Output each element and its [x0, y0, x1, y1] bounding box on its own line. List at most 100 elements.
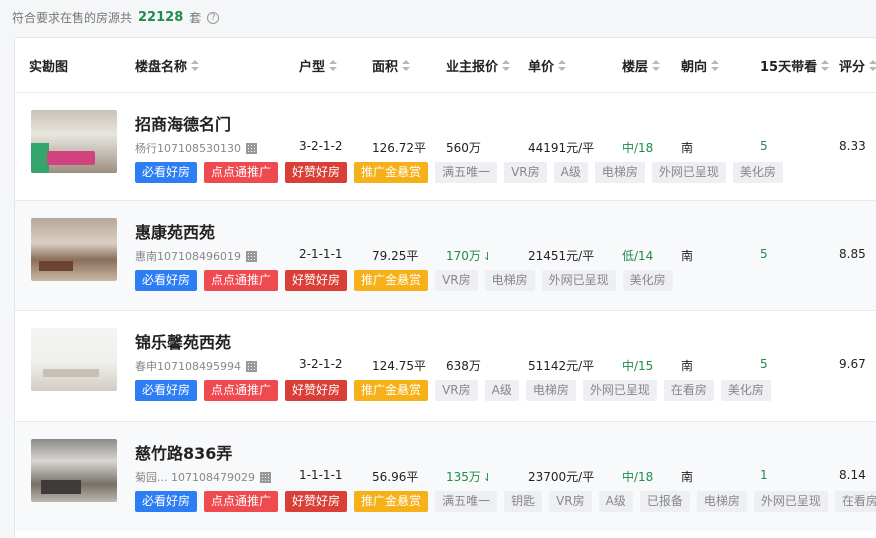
sort-icon[interactable] [558, 60, 567, 71]
listing-code: 春申107108495994 [135, 358, 257, 374]
listing-floor: 中/18 [622, 141, 654, 155]
listing-tag: VR房 [504, 162, 547, 183]
sort-icon[interactable] [191, 60, 200, 71]
listing-tag: A级 [598, 491, 633, 512]
listing-tag[interactable]: 好赞好房 [285, 162, 348, 183]
listing-tag[interactable]: 推广金悬赏 [354, 491, 429, 512]
listing-tag[interactable]: 必看好房 [135, 491, 198, 512]
column-header-floor[interactable]: 楼层 [622, 56, 661, 75]
listing-unit-price: 21451元/平 [528, 249, 595, 263]
listing-area: 56.96平 [372, 470, 419, 484]
listing-code: 杨行107108530130 [135, 140, 257, 156]
listing-tag: 满五唯一 [435, 162, 498, 183]
listing-tag[interactable]: 推广金悬赏 [354, 380, 429, 401]
listing-tag[interactable]: 点点通推广 [204, 270, 279, 291]
listing-area: 126.72平 [372, 141, 426, 155]
listing-name[interactable]: 惠康苑西苑 [135, 219, 215, 243]
qr-code-icon[interactable] [245, 360, 257, 372]
listing-price: 170万 ⇃ [446, 249, 493, 263]
column-header-layout[interactable]: 户型 [299, 56, 338, 75]
qr-code-icon[interactable] [245, 250, 257, 262]
listing-score: 8.14 [839, 468, 866, 482]
listing-tag: 电梯房 [696, 491, 747, 512]
listing-price: 560万 [446, 141, 481, 155]
listing-area: 124.75平 [372, 359, 426, 373]
listing-unit-price: 51142元/平 [528, 359, 595, 373]
listing-price: 638万 [446, 359, 481, 373]
listing-tag: 外网已呈现 [541, 270, 616, 291]
sort-icon[interactable] [869, 60, 876, 71]
listing-photo[interactable] [31, 218, 117, 281]
table-row[interactable]: 招商海德名门 杨行107108530130 3-2-1-2 126.72平 560万 44… [15, 92, 876, 202]
listing-tag[interactable]: 点点通推广 [204, 380, 279, 401]
listing-tag[interactable]: 好赞好房 [285, 380, 348, 401]
sort-icon[interactable] [711, 60, 720, 71]
sort-icon[interactable] [329, 60, 338, 71]
listing-unit-price: 23700元/平 [528, 470, 595, 484]
listing-tag: A级 [553, 162, 588, 183]
listing-name[interactable]: 慈竹路836弄 [135, 440, 232, 464]
listing-tag[interactable]: 好赞好房 [285, 491, 348, 512]
listing-tag[interactable]: 点点通推广 [204, 491, 279, 512]
table-row[interactable]: 惠康苑西苑 惠南107108496019 2-1-1-1 79.25平 170万 ⇃ 214… [15, 200, 876, 310]
sort-icon[interactable] [652, 60, 661, 71]
listing-views: 5 [760, 139, 768, 153]
listing-tag: 外网已呈现 [582, 380, 657, 401]
column-header-area[interactable]: 面积 [372, 56, 411, 75]
listing-tag: 美化房 [720, 380, 771, 401]
table-row[interactable]: 慈竹路836弄菊园... 107108479029 1-1-1-1 56.96平 13… [15, 421, 876, 531]
listing-tag[interactable]: 必看好房 [135, 270, 198, 291]
listing-tag[interactable]: 必看好房 [135, 162, 198, 183]
listing-photo[interactable] [31, 439, 117, 502]
listing-views: 1 [760, 468, 768, 482]
listing-name[interactable]: 招商海德名门 [135, 111, 231, 135]
listing-photo[interactable] [31, 328, 117, 391]
listing-orientation: 南 [681, 470, 694, 484]
qr-code-icon[interactable] [245, 142, 257, 154]
listing-tag: 外网已呈现 [753, 491, 828, 512]
sort-icon[interactable] [402, 60, 411, 71]
question-circle-icon[interactable]: ? [207, 11, 220, 24]
table-row[interactable]: 锦乐馨苑西苑 春申107108495994 3-2-1-2 124.75平 638万 51… [15, 310, 876, 420]
qr-code-icon[interactable] [259, 471, 271, 483]
listing-floor: 中/15 [622, 359, 654, 373]
listing-tag: VR房 [435, 270, 478, 291]
column-header-name[interactable]: 楼盘名称 [135, 56, 200, 75]
listing-orientation: 南 [681, 359, 694, 373]
listing-floor: 低/14 [622, 249, 654, 263]
listing-tag[interactable]: 推广金悬赏 [354, 270, 429, 291]
listing-tag[interactable]: 好赞好房 [285, 270, 348, 291]
listing-tag: VR房 [435, 380, 478, 401]
listing-price: 135万 ⇃ [446, 470, 493, 484]
listing-area: 79.25平 [372, 249, 419, 263]
price-down-icon: ⇃ [482, 471, 493, 484]
column-header-views[interactable]: 15天带看 [760, 56, 830, 75]
listing-score: 9.67 [839, 357, 866, 371]
listing-count: 22128 [138, 10, 184, 25]
column-header-price[interactable]: 业主报价 [446, 56, 511, 75]
listing-score: 8.33 [839, 139, 866, 153]
column-header-unit-price[interactable]: 单价 [528, 56, 567, 75]
price-down-icon: ⇃ [482, 250, 493, 263]
listing-tags: 必看好房 点点通推广 好赞好房 推广金悬赏 VR房 电梯房 外网已呈现 美化房 [135, 270, 680, 291]
listing-layout: 1-1-1-1 [299, 468, 343, 482]
listing-layout: 3-2-1-2 [299, 139, 343, 153]
listing-views: 5 [760, 357, 768, 371]
column-header-orientation[interactable]: 朝向 [681, 56, 720, 75]
listing-code: 菊园... 107108479029 [135, 469, 271, 485]
listing-score: 8.85 [839, 247, 866, 261]
column-header-score[interactable]: 评分 [839, 56, 876, 75]
listing-tag: 在看房 [834, 491, 876, 512]
listing-floor: 中/18 [622, 470, 654, 484]
listing-orientation: 南 [681, 141, 694, 155]
listing-tag[interactable]: 点点通推广 [204, 162, 279, 183]
listing-name[interactable]: 锦乐馨苑西苑 [135, 329, 231, 353]
listing-table: 实勘图 楼盘名称 户型 面积 业主报价 单价 楼层 朝向 15天带看 评分 招商… [14, 37, 876, 538]
listing-tag: 美化房 [732, 162, 783, 183]
sort-icon[interactable] [821, 60, 830, 71]
sort-icon[interactable] [502, 60, 511, 71]
listing-tag[interactable]: 必看好房 [135, 380, 198, 401]
listing-tag[interactable]: 推广金悬赏 [354, 162, 429, 183]
listing-photo[interactable] [31, 110, 117, 173]
listing-tag: 电梯房 [594, 162, 645, 183]
